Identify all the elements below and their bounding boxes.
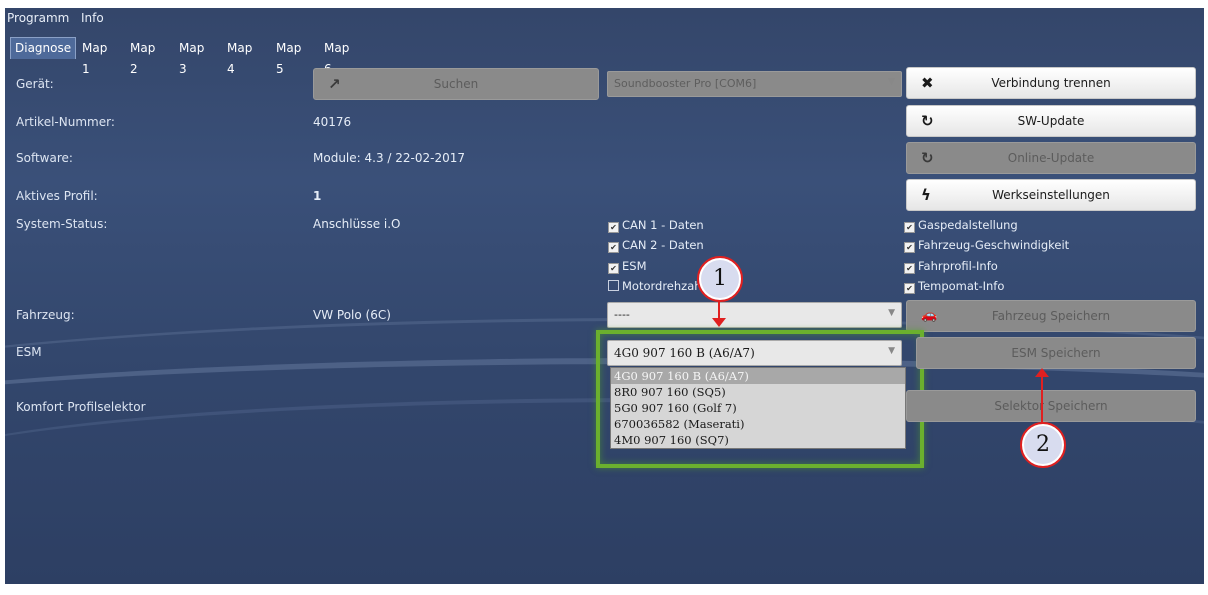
check-esm-label: ESM [622,259,647,273]
esm-option[interactable]: 4M0 907 160 (SQ7) [611,432,905,448]
check-motordrehzahl[interactable]: Motordrehzahl [608,279,705,293]
esm-option[interactable]: 4G0 907 160 B (A6/A7) [611,368,905,384]
tab-map4[interactable]: Map 4 [227,38,252,76]
checkbox-checked-icon: ✔ [608,263,619,274]
check-esm[interactable]: ✔ ESM [608,259,647,274]
check-geschwindigkeit-label: Fahrzeug-Geschwindigkeit [918,238,1070,252]
verbindung-label: Verbindung trennen [991,76,1111,90]
tab-map2[interactable]: Map 2 [130,38,155,76]
arrow-down-icon [712,318,726,327]
checkbox-checked-icon: ✔ [904,222,915,233]
tab-map6[interactable]: Map 6 [324,38,349,76]
chevron-down-icon: ▼ [888,346,895,356]
tab-diagnose[interactable]: Diagnose [10,37,77,59]
sw-update-label: SW-Update [1017,114,1085,128]
tab-map1[interactable]: Map 1 [82,38,107,76]
suchen-button[interactable]: ↗ Suchen [313,68,599,100]
label-fahrzeug: Fahrzeug: [16,308,75,322]
fahrzeug-select-value: ---- [614,308,630,321]
value-artikel: 40176 [313,115,352,129]
verbindung-trennen-button[interactable]: ✖ Verbindung trennen [906,67,1196,99]
tab-map5[interactable]: Map 5 [276,38,301,76]
car-icon: 🚗 [921,308,938,323]
value-profil: 1 [313,189,322,203]
check-tempomat[interactable]: ✔ Tempomat-Info [904,279,1004,294]
close-icon: ✖ [921,74,934,92]
check-can1[interactable]: ✔ CAN 1 - Daten [608,218,704,233]
label-geraet: Gerät: [16,77,54,91]
suchen-label: Suchen [433,77,479,91]
label-profil: Aktives Profil: [16,189,98,203]
arrow-up-icon [1035,368,1049,377]
esm-speichern-label: ESM Speichern [1011,346,1101,360]
fahrzeug-select[interactable]: ---- ▼ [607,302,902,328]
label-status: System-Status: [16,217,108,231]
refresh-icon: ↻ [921,149,934,167]
value-status: Anschlüsse i.O [313,217,401,231]
fahrzeug-speichern-label: Fahrzeug Speichern [991,309,1111,323]
selektor-speichern-label: Selektor Speichern [994,399,1108,413]
check-can2-label: CAN 2 - Daten [622,238,704,252]
check-gaspedal[interactable]: ✔ Gaspedalstellung [904,218,1018,233]
check-gaspedal-label: Gaspedalstellung [918,218,1018,232]
annotation-marker-2: 2 [1020,422,1066,468]
annotation-marker-1: 1 [697,256,743,302]
menu-bar: Programm Info [5,8,1204,28]
fahrzeug-speichern-button[interactable]: 🚗 Fahrzeug Speichern [906,300,1196,332]
online-update-button[interactable]: ↻ Online-Update [906,142,1196,174]
device-select[interactable]: Soundbooster Pro [COM6] ▼ [607,71,902,97]
label-artikel: Artikel-Nummer: [16,115,115,129]
esm-speichern-button[interactable]: ESM Speichern [916,337,1196,369]
esm-dropdown-list: 4G0 907 160 B (A6/A7) 8R0 907 160 (SQ5) … [610,367,906,449]
checkbox-checked-icon: ✔ [608,222,619,233]
menu-programm[interactable]: Programm [7,11,69,25]
selektor-speichern-button[interactable]: Selektor Speichern [906,390,1196,422]
check-geschwindigkeit[interactable]: ✔ Fahrzeug-Geschwindigkeit [904,238,1069,253]
check-can1-label: CAN 1 - Daten [622,218,704,232]
value-fahrzeug: VW Polo (6C) [313,308,391,322]
check-tempomat-label: Tempomat-Info [918,279,1005,293]
esm-select[interactable]: 4G0 907 160 B (A6/A7) ▼ [607,340,902,366]
sw-update-button[interactable]: ↻ SW-Update [906,105,1196,137]
label-esm: ESM [16,345,42,359]
tab-map3[interactable]: Map 3 [179,38,204,76]
werkseinstellungen-label: Werkseinstellungen [992,188,1110,202]
app-window: Programm Info Diagnose Map 1 Map 2 Map 3… [5,8,1204,584]
external-link-icon: ↗ [328,75,341,93]
check-fahrprofil[interactable]: ✔ Fahrprofil-Info [904,259,998,274]
checkbox-checked-icon: ✔ [904,283,915,294]
esm-option[interactable]: 5G0 907 160 (Golf 7) [611,400,905,416]
checkbox-checked-icon: ✔ [904,263,915,274]
werkseinstellungen-button[interactable]: ϟ Werkseinstellungen [906,179,1196,211]
esm-option[interactable]: 8R0 907 160 (SQ5) [611,384,905,400]
check-motordrehzahl-label: Motordrehzahl [622,279,705,293]
device-select-value: Soundbooster Pro [COM6] [614,77,757,90]
checkbox-unchecked-icon [608,280,619,291]
menu-info[interactable]: Info [81,11,104,25]
refresh-icon: ↻ [921,112,934,130]
chevron-down-icon: ▼ [888,308,895,318]
label-komfort: Komfort Profilselektor [16,400,146,414]
chevron-down-icon: ▼ [888,77,895,87]
check-can2[interactable]: ✔ CAN 2 - Daten [608,238,704,253]
online-update-label: Online-Update [1007,151,1095,165]
checkbox-checked-icon: ✔ [608,242,619,253]
check-fahrprofil-label: Fahrprofil-Info [918,259,998,273]
checkbox-checked-icon: ✔ [904,242,915,253]
esm-select-value: 4G0 907 160 B (A6/A7) [614,346,755,360]
esm-option[interactable]: 670036582 (Maserati) [611,416,905,432]
label-software: Software: [16,151,73,165]
lightning-icon: ϟ [921,186,931,204]
value-software: Module: 4.3 / 22-02-2017 [313,151,465,165]
